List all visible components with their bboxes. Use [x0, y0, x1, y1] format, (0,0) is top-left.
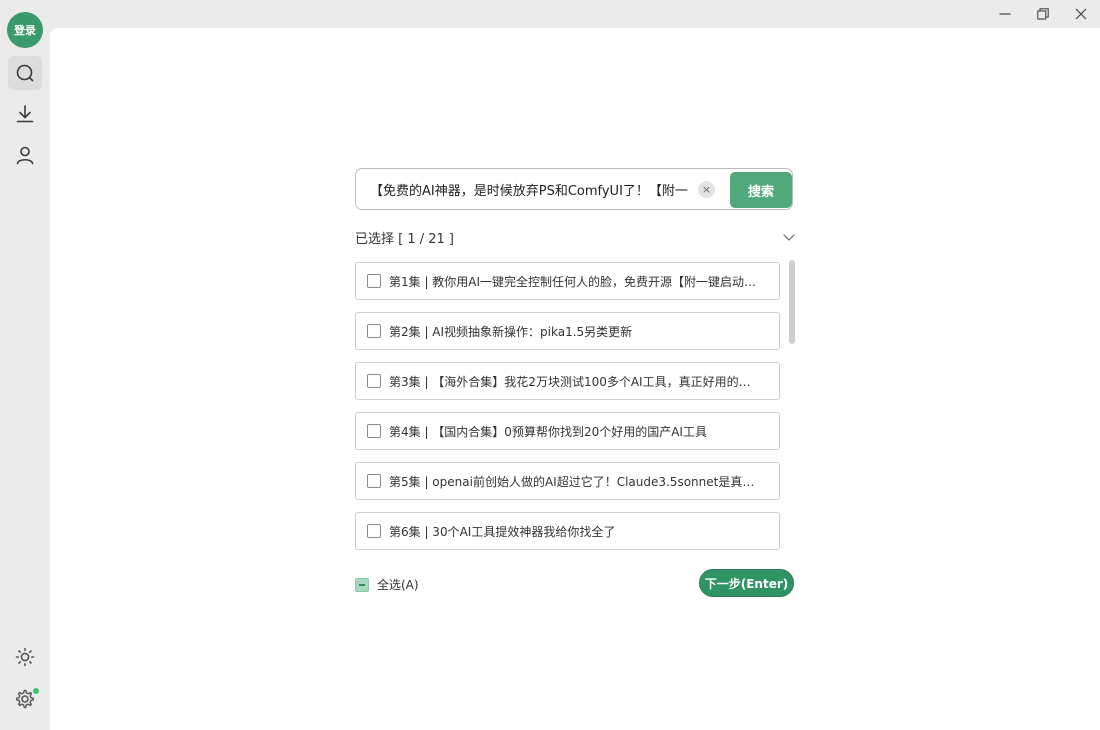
select-all-checkbox[interactable]: 全选(A) [355, 576, 419, 593]
restore-button[interactable] [1028, 4, 1058, 24]
episode-label: 第5集 | openai前创始人做的AI超过它了！Claude3.5sonnet… [389, 474, 761, 489]
episode-checkbox[interactable] [367, 324, 381, 338]
download-icon [16, 105, 34, 123]
minimize-icon [999, 13, 1011, 15]
theme-toggle-button[interactable] [8, 640, 42, 674]
list-scrollbar[interactable] [789, 260, 795, 556]
next-step-label: 下一步(Enter) [704, 576, 789, 591]
status-indicator-dot [33, 688, 39, 694]
search-button[interactable]: 搜索 [730, 172, 792, 208]
episode-label: 第1集 | 教你用AI一键完全控制任何人的脸，免费开源【附一键启动包】 [389, 274, 761, 289]
episode-checkbox[interactable] [367, 524, 381, 538]
user-icon [16, 146, 34, 165]
search-button-label: 搜索 [747, 183, 774, 199]
user-nav-button[interactable] [8, 138, 42, 172]
search-nav-button[interactable] [8, 56, 42, 90]
list-item[interactable]: 第4集 | 【国内合集】0预算帮你找到20个好用的国产AI工具 [355, 412, 780, 450]
clear-icon: × [701, 183, 712, 196]
episode-label: 第2集 | AI视频抽象新操作：pika1.5另类更新 [389, 324, 633, 339]
episode-checkbox[interactable] [367, 374, 381, 388]
scrollbar-thumb[interactable] [789, 260, 795, 344]
minimize-button[interactable] [990, 4, 1020, 24]
select-all-indeterminate-box[interactable] [355, 577, 369, 592]
login-label: 登录 [14, 24, 36, 37]
settings-nav-button[interactable] [8, 682, 42, 716]
close-window-button[interactable] [1066, 4, 1096, 24]
episode-label: 第6集 | 30个AI工具提效神器我给你找全了 [389, 524, 616, 539]
episode-label: 第4集 | 【国内合集】0预算帮你找到20个好用的国产AI工具 [389, 424, 707, 439]
search-input[interactable] [370, 178, 688, 200]
list-item[interactable]: 第3集 | 【海外合集】我花2万块测试100多个AI工具，真正好用的只有这些 [355, 362, 780, 400]
list-item[interactable]: 第1集 | 教你用AI一键完全控制任何人的脸，免费开源【附一键启动包】 [355, 262, 780, 300]
app-window: 登录 【免费的AI神器，是时候放弃PS和ComfyUI了！【附一 × 搜索 已选… [0, 0, 1100, 730]
clear-search-button[interactable]: × [698, 181, 715, 198]
select-all-label: 全选(A) [377, 578, 419, 592]
list-item[interactable]: 第6集 | 30个AI工具提效神器我给你找全了 [355, 512, 780, 550]
list-item[interactable]: 第2集 | AI视频抽象新操作：pika1.5另类更新 [355, 312, 780, 350]
chevron-down-icon[interactable] [782, 231, 796, 243]
episode-checkbox[interactable] [367, 424, 381, 438]
selection-summary: 已选择 [ 1 / 21 ] [355, 232, 454, 247]
list-item[interactable]: 第5集 | openai前创始人做的AI超过它了！Claude3.5sonnet… [355, 462, 780, 500]
restore-icon [1037, 8, 1049, 20]
main-panel: × 搜索 已选择 [ 1 / 21 ] 第1集 | 教你用AI一键完全控制任何人… [50, 28, 1100, 730]
episode-checkbox[interactable] [367, 474, 381, 488]
episode-label: 第3集 | 【海外合集】我花2万块测试100多个AI工具，真正好用的只有这些 [389, 374, 761, 389]
gear-icon [16, 689, 35, 709]
sidebar: 登录 [0, 0, 50, 730]
close-icon [1075, 8, 1087, 20]
next-step-button[interactable]: 下一步(Enter) [699, 569, 794, 597]
episode-list: 第1集 | 教你用AI一键完全控制任何人的脸，免费开源【附一键启动包】 第2集 … [355, 262, 783, 556]
sun-icon [15, 647, 35, 667]
search-bar: × 搜索 [355, 168, 793, 210]
search-icon [16, 64, 34, 82]
episode-checkbox[interactable] [367, 274, 381, 288]
login-avatar-button[interactable]: 登录 [7, 12, 43, 48]
download-nav-button[interactable] [8, 97, 42, 131]
